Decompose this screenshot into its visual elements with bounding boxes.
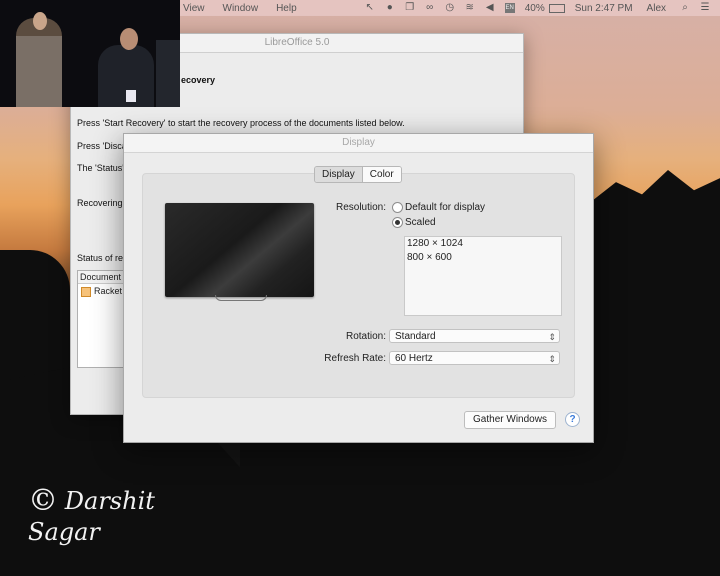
tab-display[interactable]: Display — [315, 167, 363, 182]
tab-bar: Display Color — [314, 166, 402, 183]
menu-help[interactable]: Help — [276, 3, 297, 14]
instruction-text: Press 'Start Recovery' to start the reco… — [77, 118, 405, 128]
rotation-value: Standard — [395, 331, 436, 342]
recovery-heading: ecovery — [181, 75, 216, 85]
tab-color[interactable]: Color — [362, 167, 401, 182]
instruction-text: The 'Status' — [77, 163, 124, 173]
screens-status-icon[interactable]: ❐ — [405, 3, 415, 13]
wifi-icon[interactable]: ≋ — [465, 3, 475, 13]
menu-view[interactable]: View — [183, 3, 205, 14]
user-name[interactable]: Alex — [647, 3, 666, 14]
scaled-radio[interactable] — [392, 217, 403, 228]
display-preferences-window: Display Display Color Resolution: Defaul… — [123, 133, 594, 443]
menu-window[interactable]: Window — [223, 3, 259, 14]
watermark: © Darshit Sagar — [28, 483, 228, 546]
status-label: Status of re — [77, 253, 124, 263]
notification-list-icon[interactable]: ☰ — [700, 3, 710, 13]
instruction-text: Press 'Disca — [77, 141, 127, 151]
refresh-rate-value: 60 Hertz — [395, 353, 433, 364]
person-head — [120, 28, 138, 50]
presenter-head — [33, 12, 47, 30]
resolution-label: Resolution: — [335, 202, 386, 213]
clock[interactable]: Sun 2:47 PM — [575, 3, 633, 14]
recovering-text: Recovering — [77, 198, 123, 208]
glasses-icon[interactable]: ∞ — [425, 3, 435, 13]
monitor-stand — [215, 295, 267, 301]
list-item[interactable]: 800 × 600 — [405, 251, 561, 265]
document-name: Racket — [94, 286, 123, 296]
document-icon — [81, 286, 91, 297]
presenter-figure — [16, 18, 62, 107]
volume-icon[interactable]: ◀ — [485, 3, 495, 13]
updown-chevron-icon: ⇕ — [548, 332, 556, 342]
copyright-symbol: © — [28, 483, 58, 518]
input-source-icon[interactable]: EN — [504, 3, 515, 13]
window-title: Display — [124, 134, 593, 153]
help-icon[interactable]: ? — [565, 412, 580, 427]
record-status-icon[interactable]: ● — [385, 3, 395, 13]
default-for-display-label[interactable]: Default for display — [405, 202, 485, 213]
list-item[interactable]: 1280 × 1024 — [405, 237, 561, 251]
rotation-select[interactable]: Standard ⇕ — [389, 329, 560, 343]
person-figure — [156, 40, 180, 107]
palm-silhouette — [240, 430, 720, 576]
updown-chevron-icon: ⇕ — [548, 354, 556, 364]
battery-icon[interactable] — [548, 3, 565, 13]
refresh-rate-select[interactable]: 60 Hertz ⇕ — [389, 351, 560, 365]
badge — [126, 90, 136, 102]
monitor-image — [165, 203, 314, 297]
scaled-label[interactable]: Scaled — [405, 217, 436, 228]
rotation-label: Rotation: — [345, 331, 386, 342]
gather-windows-button[interactable]: Gather Windows — [464, 411, 556, 429]
search-icon[interactable]: ⌕ — [680, 3, 690, 13]
settings-pane: Resolution: Default for display Scaled 1… — [142, 173, 575, 398]
battery-percent: 40% — [524, 2, 545, 14]
default-for-display-radio[interactable] — [392, 202, 403, 213]
cursor-status-icon[interactable]: ↖ — [365, 3, 375, 13]
webcam-overlay — [0, 0, 180, 107]
resolution-list[interactable]: 1280 × 1024 800 × 600 — [404, 236, 562, 316]
refresh-rate-label: Refresh Rate: — [324, 353, 386, 364]
time-machine-icon[interactable]: ◷ — [445, 3, 455, 13]
